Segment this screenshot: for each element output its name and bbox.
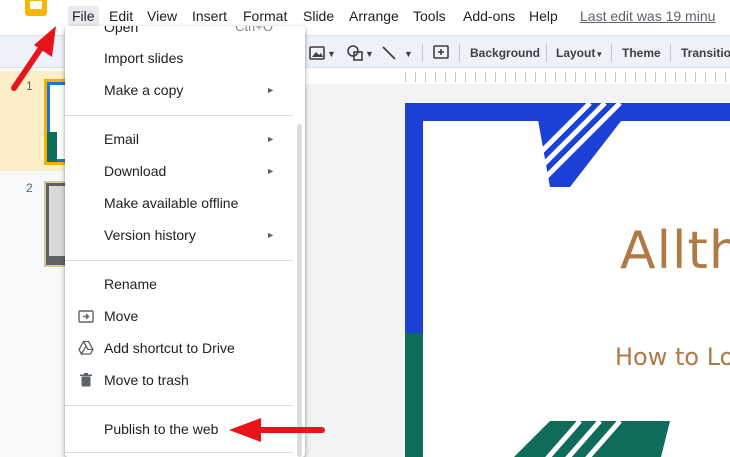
submenu-arrow-icon: ► [266,134,275,144]
green-stripes-decoration [514,421,670,457]
theme-button[interactable]: Theme [622,43,661,63]
toolbar-divider [546,44,547,62]
menu-item-label: Import slides [104,50,184,66]
menu-format[interactable]: Format [239,6,291,26]
menu-item-label: Publish to the web [104,421,219,437]
menu-item-label: Rename [104,276,157,292]
menu-tools[interactable]: Tools [409,6,450,26]
layout-button[interactable]: Layout▼ [556,43,603,63]
menu-add-ons[interactable]: Add-ons [459,6,519,26]
slide-number: 2 [26,181,33,195]
line-dropdown-icon[interactable]: ▼ [404,44,413,64]
image-dropdown-icon[interactable]: ▼ [327,44,336,64]
annotation-arrow-to-file-icon [11,26,56,91]
last-edit-link[interactable]: Last edit was 19 minu [580,6,715,26]
menu-item-make-available-offline[interactable]: Make available offline [65,188,293,218]
menu-item-label: Make available offline [104,195,239,211]
submenu-arrow-icon: ► [266,230,275,240]
menu-item-label: Open [104,26,139,35]
menu-insert[interactable]: Insert [188,6,231,26]
add-comment-icon[interactable] [432,44,450,62]
image-icon[interactable] [308,44,326,62]
menu-item-rename[interactable]: Rename [65,269,293,299]
menu-view[interactable]: View [143,6,181,26]
slide-green-accent [405,333,423,457]
slide-thumbnail-accent [47,132,57,162]
menu-item-move[interactable]: Move [65,301,293,331]
slide-subtitle[interactable]: How to Lo [615,343,730,371]
trash-icon [80,373,92,387]
horizontal-ruler [405,72,730,82]
current-slide[interactable]: Allthi How to Lo [405,103,730,457]
transition-button[interactable]: Transitio [681,43,730,63]
menu-slide[interactable]: Slide [299,6,338,26]
shape-icon[interactable] [346,44,364,62]
blue-stripes-decoration [498,103,635,193]
drive-shortcut-icon [78,340,94,356]
menu-item-email[interactable]: Email ► [65,124,293,154]
shortcut-hint: Ctrl+O [235,26,273,34]
toolbar-divider [611,44,612,62]
submenu-arrow-icon: ► [266,166,275,176]
menu-divider [65,115,293,116]
menu-item-version-history[interactable]: Version history ► [65,220,293,250]
menu-divider [65,260,293,261]
shape-dropdown-icon[interactable]: ▼ [365,44,374,64]
slide-title[interactable]: Allthi [620,221,730,281]
menu-divider [65,405,293,406]
menu-arrange[interactable]: Arrange [345,6,403,26]
submenu-arrow-icon: ► [266,85,275,95]
layout-label: Layout [556,46,596,60]
menu-help[interactable]: Help [525,6,562,26]
menu-item-label: Download [104,163,167,179]
background-button[interactable]: Background [470,43,540,63]
menu-item-label: Version history [104,227,196,243]
menu-scrollbar[interactable] [297,124,302,457]
move-folder-icon [78,310,94,323]
toolbar-divider [459,44,460,62]
menu-divider [65,452,293,453]
menu-item-label: Move to trash [104,372,189,388]
toolbar-divider [670,44,671,62]
menu-item-label: Add shortcut to Drive [104,340,235,356]
menu-item-label: Move [104,308,139,324]
layout-dropdown-icon: ▼ [595,50,604,59]
menu-item-move-to-trash[interactable]: Move to trash [65,365,293,395]
menu-item-label: Make a copy [104,82,184,98]
line-icon[interactable] [380,44,398,62]
menu-item-add-shortcut-to-drive[interactable]: Add shortcut to Drive [65,333,293,363]
menu-item-download[interactable]: Download ► [65,156,293,186]
menu-item-label: Email [104,131,140,147]
google-slides-window: File Edit View Insert Format Slide Arran… [0,0,730,457]
annotation-arrow-to-publish-icon [229,418,325,442]
menu-edit[interactable]: Edit [105,6,137,26]
toolbar-divider [422,44,423,62]
file-menu-dropdown: Open Ctrl+O Import slides Make a copy ► … [65,26,305,457]
